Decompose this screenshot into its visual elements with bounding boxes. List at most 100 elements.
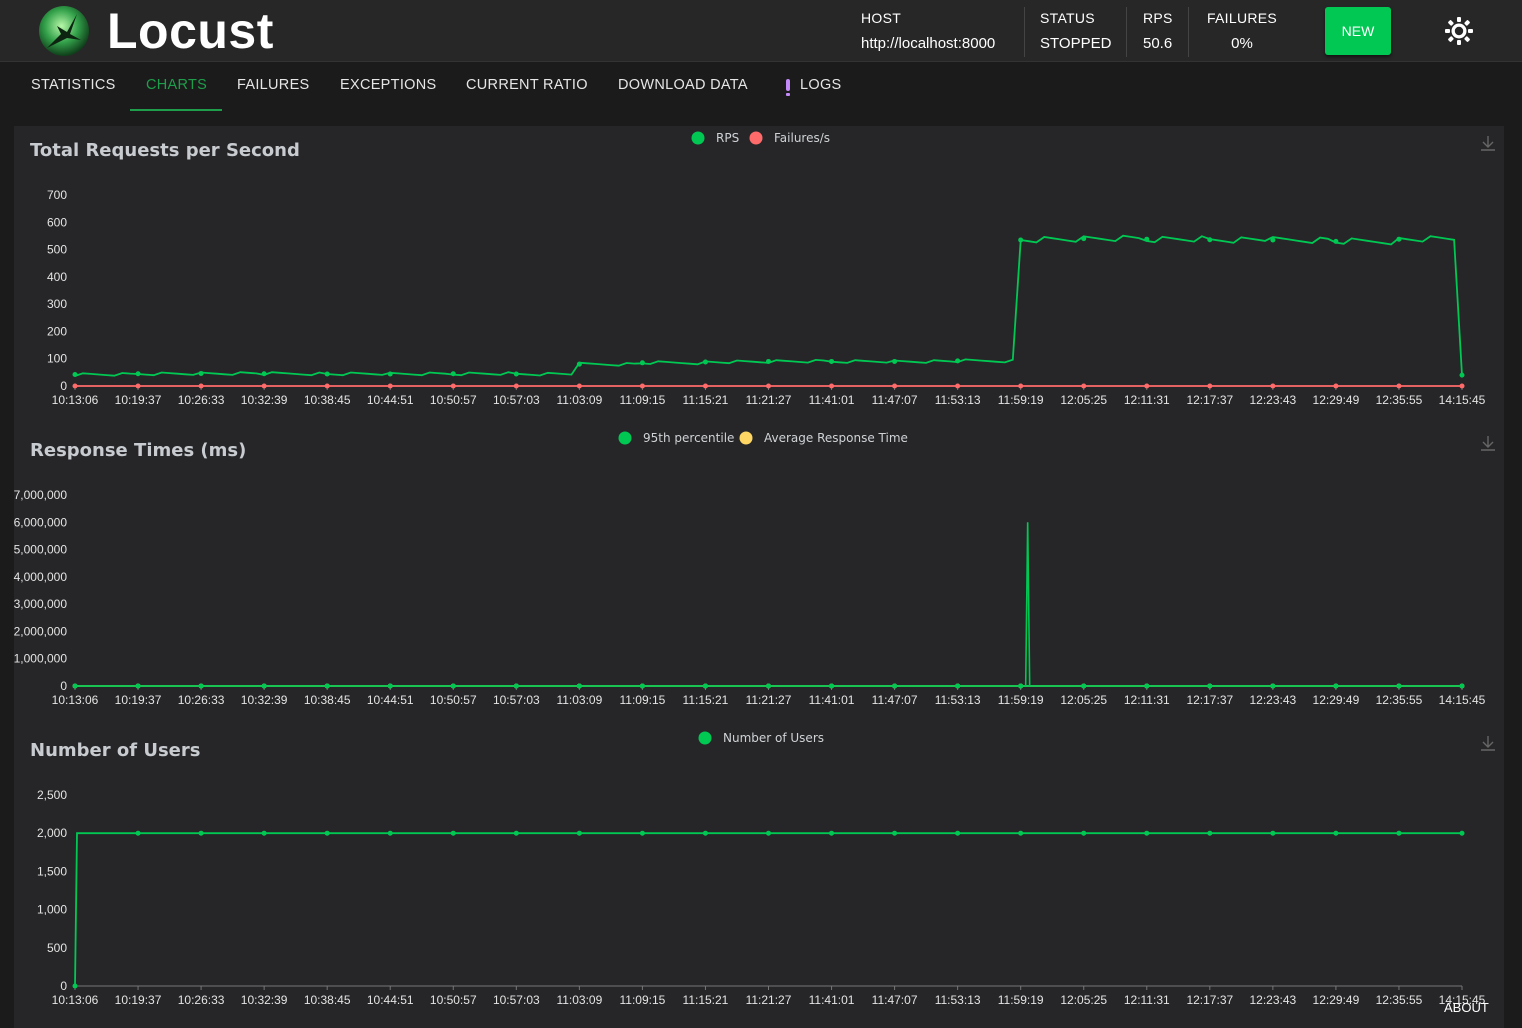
chart-title: Number of Users	[30, 740, 200, 761]
data-point	[955, 683, 961, 689]
data-point	[892, 383, 898, 389]
data-point	[702, 830, 708, 836]
data-point	[135, 683, 141, 689]
data-point	[72, 983, 78, 989]
data-point	[1018, 830, 1024, 836]
y-tick-label: 100	[47, 352, 67, 366]
legend-marker	[698, 731, 712, 745]
data-point	[829, 358, 835, 364]
data-point	[324, 830, 330, 836]
x-tick-label: 10:38:45	[304, 693, 351, 707]
x-tick-label: 11:15:21	[683, 393, 729, 407]
data-point	[576, 830, 582, 836]
x-tick-label: 10:13:06	[52, 393, 99, 407]
data-point	[513, 371, 519, 377]
data-point	[1207, 383, 1213, 389]
x-tick-label: 11:59:19	[998, 693, 1044, 707]
y-tick-label: 1,000,000	[14, 652, 68, 666]
x-tick-label: 11:09:15	[619, 693, 665, 707]
x-tick-label: 12:35:55	[1376, 693, 1423, 707]
data-point	[1207, 237, 1213, 243]
data-point	[261, 683, 267, 689]
data-point	[1333, 683, 1339, 689]
x-tick-label: 10:32:39	[241, 993, 288, 1007]
x-tick-label: 12:17:37	[1186, 993, 1233, 1007]
data-point	[324, 371, 330, 377]
x-tick-label: 10:32:39	[241, 393, 288, 407]
x-tick-label: 10:44:51	[367, 393, 414, 407]
download-icon[interactable]	[1481, 436, 1495, 451]
x-tick-label: 12:05:25	[1060, 693, 1107, 707]
legend-marker	[691, 131, 705, 145]
x-tick-label: 14:15:45	[1439, 693, 1486, 707]
chart-2: Number of Users Number of Users 0 500 1,000 1…	[30, 731, 1495, 1007]
chart-title: Response Times (ms)	[30, 440, 246, 461]
data-point	[261, 383, 267, 389]
x-tick-label: 10:19:37	[115, 393, 162, 407]
y-tick-label: 200	[47, 324, 67, 338]
legend-label: 95th percentile	[643, 431, 734, 445]
data-point	[1333, 238, 1339, 244]
x-tick-label: 11:47:07	[872, 993, 918, 1007]
data-point	[1207, 830, 1213, 836]
data-point	[1333, 383, 1339, 389]
data-point	[1018, 383, 1024, 389]
data-point	[576, 383, 582, 389]
download-icon[interactable]	[1481, 136, 1495, 151]
data-point	[1018, 683, 1024, 689]
x-tick-label: 12:23:43	[1250, 393, 1297, 407]
legend-label: Failures/s	[774, 131, 830, 145]
data-point	[1333, 830, 1339, 836]
x-tick-label: 12:29:49	[1313, 993, 1360, 1007]
legend-marker	[739, 431, 753, 445]
data-point	[135, 383, 141, 389]
x-tick-label: 11:59:19	[998, 393, 1044, 407]
data-point	[1081, 236, 1087, 242]
x-tick-label: 10:57:03	[493, 993, 540, 1007]
x-tick-label: 12:35:55	[1376, 993, 1423, 1007]
data-point	[766, 383, 771, 389]
data-point	[513, 383, 519, 389]
x-tick-label: 12:05:25	[1060, 993, 1107, 1007]
data-point	[892, 358, 898, 364]
x-tick-label: 11:15:21	[683, 993, 729, 1007]
charts-canvas: Total Requests per SecondRPS Failures/s01…	[14, 131, 1495, 1007]
data-point	[955, 383, 961, 389]
data-point	[387, 383, 393, 389]
data-point	[1396, 383, 1402, 389]
x-tick-label: 12:11:31	[1124, 393, 1170, 407]
x-tick-label: 10:13:06	[52, 693, 99, 707]
data-point	[324, 383, 330, 389]
data-point	[1144, 383, 1150, 389]
x-tick-label: 11:03:09	[556, 693, 602, 707]
y-tick-label: 700	[47, 188, 67, 202]
x-tick-label: 10:57:03	[493, 393, 540, 407]
data-point	[450, 830, 456, 836]
x-tick-label: 12:11:31	[1124, 693, 1170, 707]
x-tick-label: 12:05:25	[1060, 393, 1107, 407]
data-point	[639, 360, 645, 366]
about-link[interactable]: ABOUT	[1444, 1000, 1489, 1015]
x-tick-label: 12:29:49	[1313, 393, 1360, 407]
x-tick-label: 10:57:03	[493, 693, 540, 707]
legend-label: Average Response Time	[764, 431, 908, 445]
download-icon-glyph	[1481, 736, 1495, 751]
data-point	[198, 383, 204, 389]
data-point	[829, 683, 835, 689]
y-tick-label: 400	[47, 270, 67, 284]
data-point	[1207, 683, 1213, 689]
x-tick-label: 11:53:13	[935, 693, 981, 707]
data-point	[1270, 383, 1276, 389]
y-tick-label: 7,000,000	[14, 488, 68, 502]
data-point	[1144, 830, 1150, 836]
y-tick-label: 500	[47, 243, 67, 257]
download-icon[interactable]	[1481, 736, 1495, 751]
legend-marker	[618, 431, 632, 445]
x-tick-label: 10:44:51	[367, 993, 414, 1007]
y-tick-label: 300	[47, 297, 67, 311]
x-tick-label: 12:23:43	[1250, 693, 1297, 707]
x-tick-label: 10:26:33	[178, 993, 225, 1007]
x-tick-label: 11:03:09	[556, 993, 602, 1007]
x-tick-label: 12:29:49	[1313, 693, 1360, 707]
x-tick-label: 10:13:06	[52, 993, 99, 1007]
